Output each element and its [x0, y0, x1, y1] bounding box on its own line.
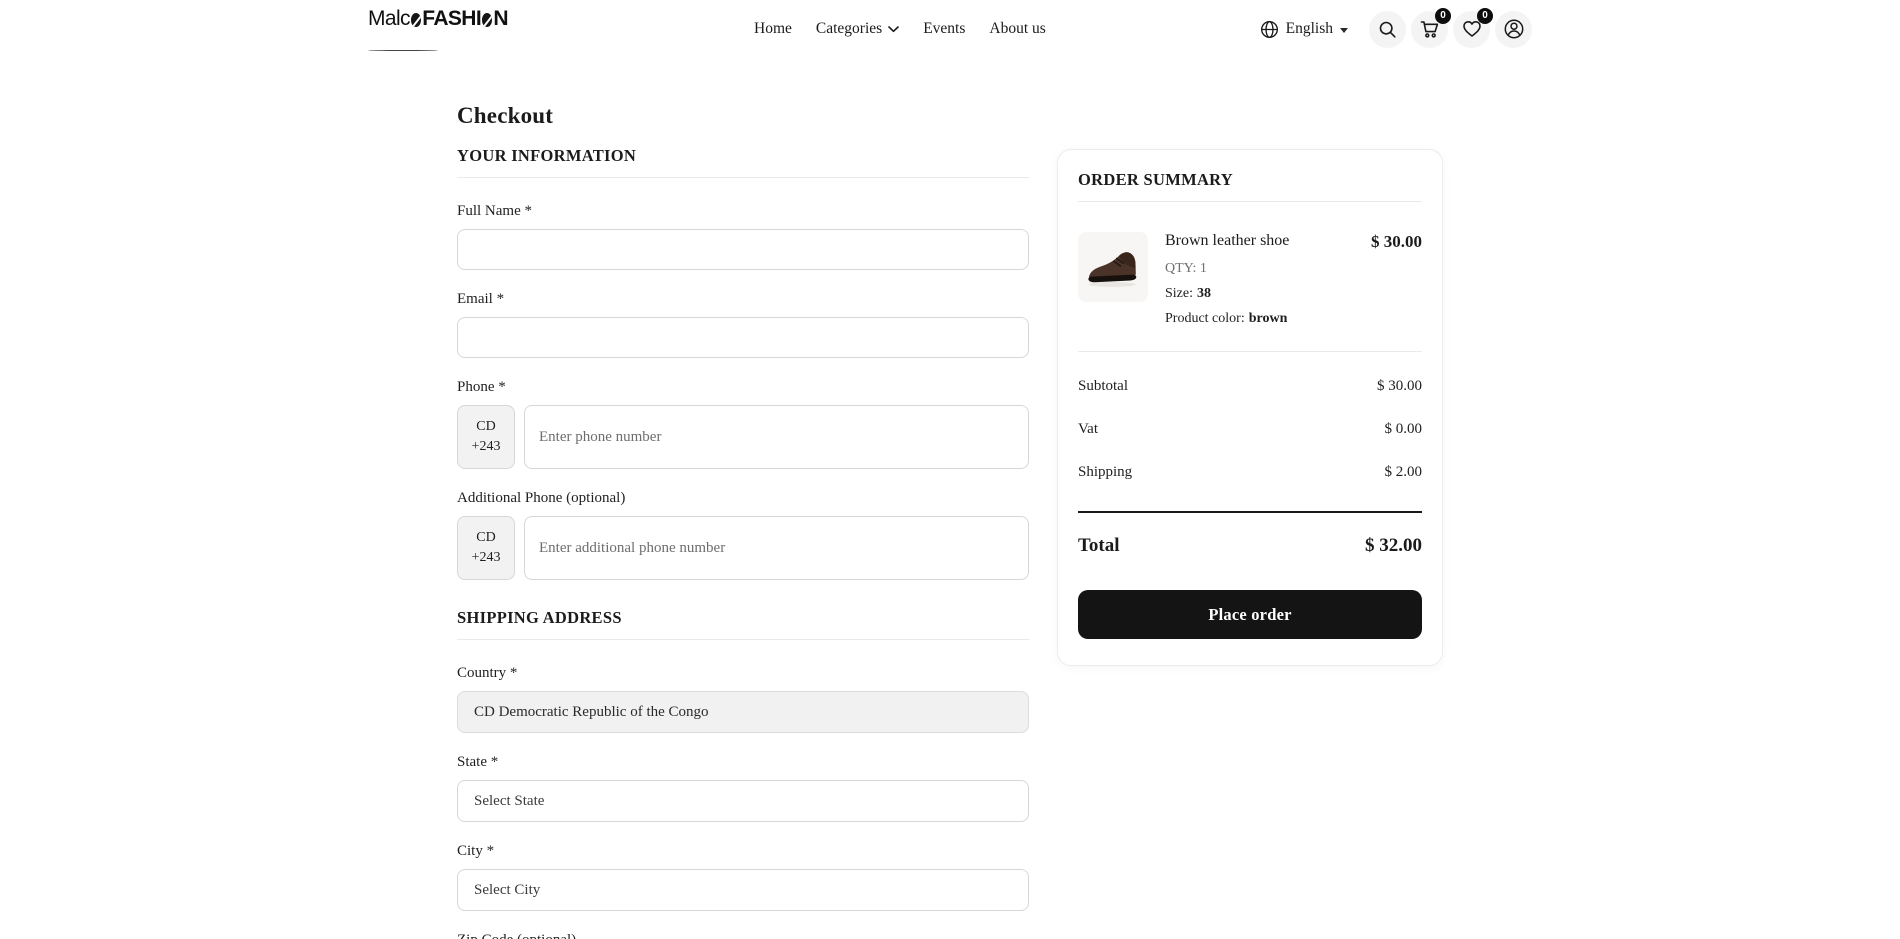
logo-text: Malc FASHI N: [368, 7, 509, 31]
main-nav: Home Categories Events About us: [754, 20, 1046, 38]
vat-row: Vat $ 0.00: [1078, 421, 1422, 437]
shipping-address-heading: SHIPPING ADDRESS: [457, 608, 1029, 640]
wishlist-count-badge: 0: [1477, 7, 1493, 24]
country-code: CD: [476, 419, 496, 434]
city-field: City * Select City: [457, 843, 1029, 911]
checkout-form: YOUR INFORMATION Full Name * Email * Pho…: [457, 146, 1029, 939]
additional-phone-country-code-box[interactable]: CD +243: [457, 516, 515, 580]
logo-underline: [368, 50, 508, 51]
nav-home[interactable]: Home: [754, 20, 792, 38]
product-price: $ 30.00: [1371, 232, 1422, 251]
nav-categories[interactable]: Categories: [816, 20, 899, 38]
search-button[interactable]: [1369, 10, 1406, 48]
cart-count-badge: 0: [1435, 7, 1451, 24]
language-label: English: [1285, 20, 1333, 37]
zip-code-label: Zip Code (optional): [457, 932, 1029, 939]
state-label: State *: [457, 754, 499, 770]
page-title: Checkout: [457, 103, 554, 128]
heart-icon: [1462, 21, 1481, 37]
caret-down-icon: [1340, 27, 1348, 33]
country-value-box: CD Democratic Republic of the Congo: [457, 691, 1029, 733]
cart-button[interactable]: 0: [1411, 7, 1451, 48]
your-information-heading: YOUR INFORMATION: [457, 146, 1029, 178]
product-size: Size: 38: [1165, 286, 1211, 301]
full-name-label: Full Name *: [457, 203, 532, 219]
phone-country-code-box[interactable]: CD +243: [457, 405, 515, 469]
country-field: Country * CD Democratic Republic of the …: [457, 665, 1029, 733]
total-divider: [1078, 511, 1422, 513]
phone-field: Phone * CD +243: [457, 379, 1029, 469]
additional-phone-field: Additional Phone (optional) CD +243: [457, 490, 1029, 580]
chevron-down-icon: [888, 25, 899, 32]
phone-label: Phone *: [457, 379, 506, 395]
zip-code-field: Zip Code (optional): [457, 932, 1029, 939]
logo-part-3: N: [493, 7, 508, 30]
full-name-input[interactable]: [457, 229, 1029, 270]
user-icon: [1504, 19, 1523, 39]
email-label: Email *: [457, 291, 505, 307]
logo-part-1: Malc: [368, 7, 411, 30]
header-actions: English 0 0: [1260, 7, 1532, 48]
email-field: Email *: [457, 291, 1029, 358]
logo[interactable]: Malc FASHI N: [368, 7, 509, 51]
language-selector[interactable]: English: [1260, 20, 1348, 39]
site-header: Malc FASHI N Home Categories Events Abou…: [0, 0, 1900, 58]
nav-about-us[interactable]: About us: [989, 20, 1045, 38]
dial-code: +243: [471, 550, 501, 565]
checkout-page: Checkout YOUR INFORMATION Full Name * Em…: [457, 103, 1443, 939]
additional-phone-label: Additional Phone (optional): [457, 490, 626, 506]
phone-input[interactable]: [524, 405, 1029, 469]
place-order-button[interactable]: Place order: [1078, 590, 1422, 639]
wishlist-button[interactable]: 0: [1453, 7, 1493, 48]
logo-e-icon: [410, 13, 422, 27]
order-summary-panel: ORDER SUMMARY Brown leather shoe $ 30.00…: [1057, 149, 1443, 666]
state-select[interactable]: Select State: [457, 780, 1029, 822]
total-value: $ 32.00: [1365, 535, 1422, 556]
product-quantity: QTY: 1: [1165, 261, 1207, 276]
state-field: State * Select State: [457, 754, 1029, 822]
brown-shoe-illustration: [1088, 252, 1137, 287]
nav-events[interactable]: Events: [923, 20, 965, 38]
full-name-field: Full Name *: [457, 203, 1029, 270]
dial-code: +243: [471, 439, 501, 454]
country-code: CD: [476, 530, 496, 545]
order-item: Brown leather shoe $ 30.00 QTY: 1 Size: 3…: [1078, 232, 1422, 327]
subtotal-row: Subtotal $ 30.00: [1078, 378, 1422, 394]
order-summary-heading: ORDER SUMMARY: [1078, 170, 1422, 202]
email-input[interactable]: [457, 317, 1029, 358]
account-button[interactable]: [1495, 10, 1532, 48]
additional-phone-input[interactable]: [524, 516, 1029, 580]
cart-icon: [1420, 21, 1438, 38]
summary-divider: [1078, 351, 1422, 352]
product-image: [1078, 232, 1148, 302]
globe-icon: [1260, 20, 1278, 38]
shipping-row: Shipping $ 2.00: [1078, 464, 1422, 480]
total-row: Total $ 32.00: [1078, 535, 1422, 556]
logo-part-2: FASHI: [422, 7, 482, 30]
country-label: Country *: [457, 665, 518, 681]
search-icon: [1379, 21, 1396, 38]
product-name: Brown leather shoe: [1165, 232, 1290, 249]
product-color: Product color: brown: [1165, 311, 1288, 326]
logo-o-icon: [482, 13, 493, 27]
city-label: City *: [457, 843, 495, 859]
city-select[interactable]: Select City: [457, 869, 1029, 911]
